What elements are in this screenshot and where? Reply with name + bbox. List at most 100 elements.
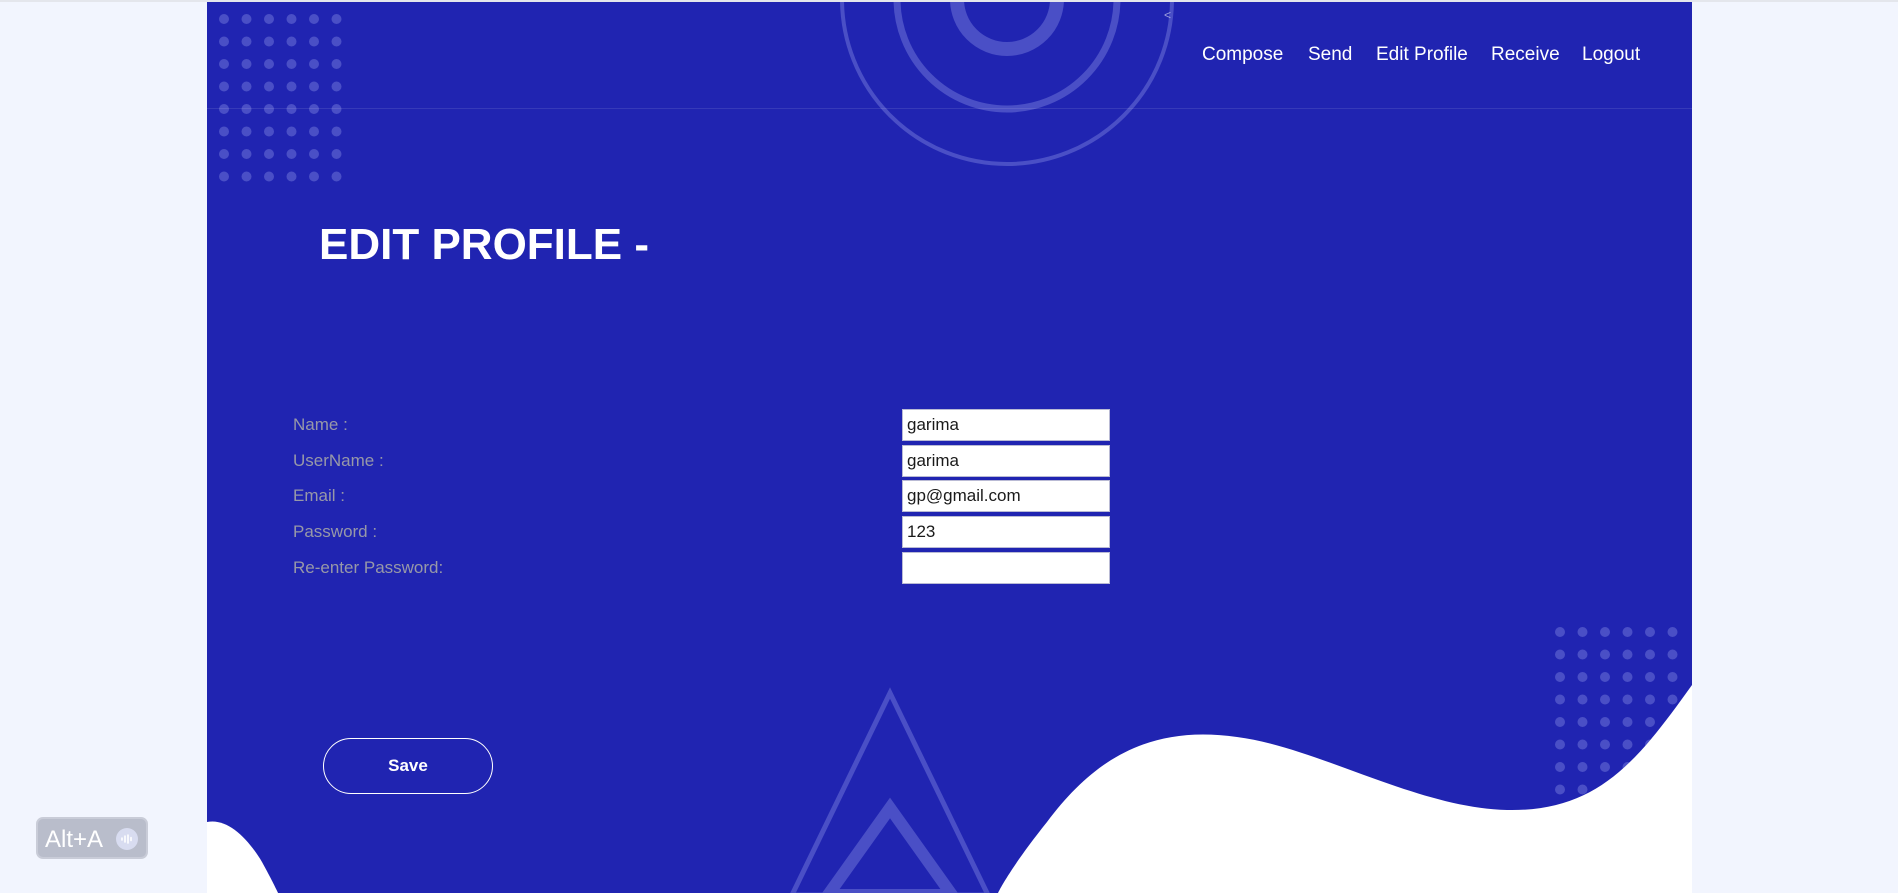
decor-dot [1600, 739, 1610, 750]
decor-dot [1622, 717, 1633, 727]
decor-dot [241, 149, 252, 159]
bottom-wave-shape [997, 685, 1692, 893]
decor-dot [331, 171, 342, 182]
form-row-username: UserName : [207, 445, 1692, 477]
decor-dot [241, 81, 252, 92]
decor-dot [309, 81, 319, 92]
decor-dot [264, 149, 274, 159]
decor-dot [1645, 627, 1655, 637]
decor-dot [1622, 627, 1633, 637]
decor-dot [264, 104, 274, 114]
decor-dot [1577, 784, 1588, 795]
decor-dot [331, 14, 342, 24]
concentric-circles-decoration [840, 2, 1174, 166]
decor-dot [264, 14, 274, 24]
decor-dot [1577, 649, 1588, 660]
decor-dot [286, 104, 297, 114]
decor-dot [1577, 717, 1588, 727]
decor-dot [1622, 649, 1633, 660]
form-row-email: Email : [207, 480, 1692, 512]
decor-dot [309, 171, 319, 182]
bottom-left-wave-shape [207, 821, 279, 893]
decor-dot [286, 149, 297, 159]
decor-dot [1555, 694, 1565, 705]
decor-dot [241, 14, 252, 24]
nav-link-compose[interactable]: Compose [1202, 44, 1283, 66]
decor-dot [219, 149, 229, 159]
decor-dot [1577, 627, 1588, 637]
decor-dot [219, 126, 229, 137]
decor-dot [1577, 672, 1588, 682]
decor-dot [309, 126, 319, 137]
decor-dot [1645, 717, 1655, 727]
name-label: Name : [293, 415, 348, 434]
form-row-reenter-password: Re-enter Password: [207, 552, 1692, 584]
main-panel: < Compose Send Edit Profile Receive Logo… [207, 2, 1692, 893]
name-input[interactable] [902, 409, 1110, 441]
decor-dot [1600, 717, 1610, 727]
decor-dot [241, 171, 252, 182]
decor-dot [219, 171, 229, 182]
decor-dot [264, 171, 274, 182]
decor-dot [219, 14, 229, 24]
decor-dot [1577, 739, 1588, 750]
email-input[interactable] [902, 480, 1110, 512]
reenter-password-input[interactable] [902, 552, 1110, 584]
decor-dot [264, 126, 274, 137]
nav-link-edit-profile[interactable]: Edit Profile [1376, 44, 1468, 66]
decor-dot [1600, 627, 1610, 637]
header-divider [207, 108, 1692, 109]
nav-link-send[interactable]: Send [1308, 44, 1352, 66]
top-nav: Compose Send Edit Profile Receive Logout [207, 44, 1692, 68]
password-input[interactable] [902, 516, 1110, 548]
decor-dot [1600, 649, 1610, 660]
decor-dot [309, 104, 319, 114]
decor-dot [1555, 717, 1565, 727]
decor-dot [286, 14, 297, 24]
save-button[interactable]: Save [323, 738, 493, 794]
alt-a-label: Alt+A [45, 826, 104, 853]
alt-a-widget[interactable]: Alt+A [36, 817, 148, 859]
decor-dot [286, 126, 297, 137]
audio-wave-icon [116, 828, 138, 850]
nav-link-logout[interactable]: Logout [1582, 44, 1640, 66]
decor-dot [1555, 672, 1565, 682]
decor-dot [1645, 672, 1655, 682]
decor-dot [309, 149, 319, 159]
decor-dot [331, 81, 342, 92]
form-row-name: Name : [207, 409, 1692, 441]
triangle-decoration [790, 687, 990, 893]
form-row-password: Password : [207, 516, 1692, 548]
decor-dot [286, 171, 297, 182]
email-label: Email : [293, 486, 345, 505]
decor-dot [1600, 694, 1610, 705]
decor-dot [219, 81, 229, 92]
username-label: UserName : [293, 451, 384, 470]
decor-dot [309, 14, 319, 24]
decor-dot [1667, 694, 1678, 705]
reenter-password-label: Re-enter Password: [293, 558, 444, 577]
decor-dot [1555, 739, 1565, 750]
decor-dot [331, 104, 342, 114]
decor-dot [1622, 739, 1633, 750]
decor-dot [219, 104, 229, 114]
decor-dot [1667, 672, 1678, 682]
page-title: EDIT PROFILE - [319, 220, 649, 269]
decor-dot [1555, 627, 1565, 637]
decor-dot [1667, 627, 1678, 637]
decor-dot [1600, 762, 1610, 772]
nav-link-receive[interactable]: Receive [1491, 44, 1560, 66]
decor-dot [1555, 784, 1565, 795]
decor-dot [1667, 649, 1678, 660]
decor-dot [241, 104, 252, 114]
decor-dot [331, 126, 342, 137]
decor-dot [264, 81, 274, 92]
username-input[interactable] [902, 445, 1110, 477]
decor-dot [1577, 694, 1588, 705]
password-label: Password : [293, 522, 378, 541]
decor-dot [1622, 672, 1633, 682]
decor-dot [1600, 672, 1610, 682]
dot-grid-top-left [219, 14, 342, 182]
collapse-arrow-icon[interactable]: < [1164, 8, 1171, 22]
decor-dot [241, 126, 252, 137]
